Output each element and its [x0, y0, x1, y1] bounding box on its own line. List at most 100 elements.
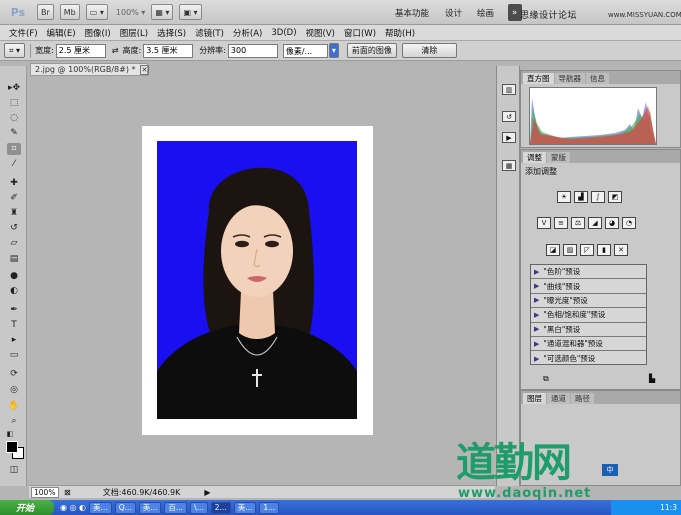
- workspace-painting[interactable]: 绘画: [477, 4, 494, 21]
- color-balance-icon[interactable]: ⚖: [571, 217, 585, 229]
- levels-icon[interactable]: ▟: [574, 191, 588, 203]
- vibrance-icon[interactable]: V: [537, 217, 551, 229]
- preset-levels[interactable]: ▶ "色阶"预设: [531, 265, 646, 280]
- taskbar-item[interactable]: 美...: [89, 501, 112, 514]
- menu-view[interactable]: 视图(V): [306, 27, 335, 39]
- width-input[interactable]: [55, 43, 106, 58]
- height-input[interactable]: [143, 43, 194, 58]
- status-info-icon[interactable]: ⊠: [64, 488, 71, 497]
- start-button[interactable]: 开始: [0, 500, 54, 515]
- close-document-icon[interactable]: ✕: [139, 64, 150, 75]
- return-to-list-icon[interactable]: ⧉: [543, 374, 549, 384]
- preset-exposure[interactable]: ▶ "曝光度"预设: [531, 294, 646, 309]
- status-zoom-field[interactable]: 100%: [31, 486, 59, 498]
- document-size-info[interactable]: 文档:460.9K/460.9K: [103, 487, 181, 498]
- preset-hue-saturation[interactable]: ▶ "色相/饱和度"预设: [531, 308, 646, 323]
- threshold-icon[interactable]: ◸: [580, 244, 594, 256]
- healing-brush-tool-icon[interactable]: ✚: [7, 177, 21, 189]
- eyedropper-tool-icon[interactable]: ⁄: [7, 158, 21, 170]
- menu-filter[interactable]: 滤镜(T): [195, 27, 224, 39]
- preset-channel-mixer[interactable]: ▶ "通道混和器"预设: [531, 337, 646, 352]
- taskbar-item[interactable]: 1...: [259, 501, 280, 514]
- lasso-tool-icon[interactable]: ◌: [7, 112, 21, 124]
- curves-icon[interactable]: ∫: [591, 191, 605, 203]
- menu-select[interactable]: 选择(S): [157, 27, 186, 39]
- posterize-icon[interactable]: ▨: [563, 244, 577, 256]
- crop-tool-icon[interactable]: ⌗: [7, 143, 21, 155]
- selective-color-icon[interactable]: ✕: [614, 244, 628, 256]
- default-colors-icon[interactable]: ◧: [3, 428, 17, 440]
- document-tab[interactable]: 2.jpg @ 100%(RGB/8#) * ✕: [30, 63, 150, 76]
- workspace-essentials[interactable]: 基本功能: [395, 4, 429, 21]
- tab-layers[interactable]: 图层: [523, 393, 546, 404]
- menu-analysis[interactable]: 分析(A): [233, 27, 262, 39]
- screen-mode-button[interactable]: ▣ ▾: [179, 4, 202, 20]
- dodge-tool-icon[interactable]: ◐: [7, 285, 21, 297]
- hand-tool-icon[interactable]: ✋: [7, 400, 21, 412]
- gradient-map-icon[interactable]: ▮: [597, 244, 611, 256]
- gradient-tool-icon[interactable]: ▤: [7, 253, 21, 265]
- path-selection-tool-icon[interactable]: ▸: [7, 334, 21, 346]
- photo-filter-icon[interactable]: ◕: [605, 217, 619, 229]
- quick-launch-icons[interactable]: ◉ ◎ ◐: [60, 503, 86, 512]
- taskbar-item[interactable]: 美...: [233, 501, 257, 514]
- type-tool-icon[interactable]: T: [7, 319, 21, 331]
- tool-preset-picker[interactable]: ⌗ ▾: [4, 43, 26, 58]
- quick-mask-icon[interactable]: ◫: [7, 464, 21, 476]
- foreground-color-swatch[interactable]: [6, 441, 18, 453]
- marquee-tool-icon[interactable]: ⬚: [7, 97, 21, 109]
- 3d-rotate-tool-icon[interactable]: ⟳: [7, 368, 21, 380]
- front-image-button[interactable]: 前面的图像: [346, 43, 397, 58]
- taskbar-item[interactable]: 2...: [210, 501, 231, 514]
- view-extras-button[interactable]: ▭ ▾: [85, 4, 108, 20]
- move-tool-icon[interactable]: ▸✥: [7, 82, 21, 94]
- swatches-dock-icon[interactable]: ▦: [502, 160, 516, 171]
- tab-paths[interactable]: 路径: [571, 393, 594, 404]
- layer-options-icon[interactable]: ▙: [649, 374, 655, 383]
- tab-masks[interactable]: 蒙版: [547, 152, 570, 163]
- arrange-documents-button[interactable]: ▦ ▾: [151, 4, 174, 20]
- bridge-button[interactable]: Br: [37, 4, 54, 20]
- menu-3d[interactable]: 3D(D): [271, 28, 296, 38]
- zoom-level-dropdown[interactable]: 100% ▾: [116, 8, 145, 17]
- zoom-tool-icon[interactable]: ⌕: [7, 415, 21, 427]
- resolution-input[interactable]: [227, 43, 278, 58]
- preset-black-white[interactable]: ▶ "黑白"预设: [531, 323, 646, 337]
- workspace-design[interactable]: 设计: [445, 4, 462, 21]
- taskbar-item[interactable]: 美...: [138, 501, 162, 514]
- actions-dock-icon[interactable]: ▶: [502, 132, 516, 143]
- preset-selective-color[interactable]: ▶ "可选颜色"预设: [531, 351, 646, 365]
- brush-tool-icon[interactable]: ✐: [7, 192, 21, 204]
- history-dock-icon[interactable]: ↺: [502, 111, 516, 122]
- taskbar-item[interactable]: 百...: [164, 501, 188, 514]
- invert-icon[interactable]: ◪: [546, 244, 560, 256]
- pen-tool-icon[interactable]: ✒: [7, 304, 21, 316]
- channel-mixer-icon[interactable]: ◔: [622, 217, 636, 229]
- histogram-dock-icon[interactable]: ▥: [502, 84, 516, 95]
- swap-dimensions-icon[interactable]: ⇄: [112, 46, 119, 55]
- history-brush-tool-icon[interactable]: ↺: [7, 222, 21, 234]
- hue-saturation-icon[interactable]: ≡: [554, 217, 568, 229]
- canvas-area[interactable]: [29, 77, 495, 485]
- blur-tool-icon[interactable]: ●: [7, 270, 21, 282]
- minibridge-button[interactable]: Mb: [59, 4, 80, 20]
- menu-edit[interactable]: 编辑(E): [47, 27, 76, 39]
- tab-adjustments[interactable]: 调整: [523, 152, 546, 163]
- tab-info[interactable]: 信息: [586, 73, 609, 84]
- eraser-tool-icon[interactable]: ▱: [7, 237, 21, 249]
- taskbar-item[interactable]: Q...: [114, 501, 136, 514]
- status-menu-arrow-icon[interactable]: ▶: [204, 488, 210, 497]
- tray-clock[interactable]: 11:3: [660, 503, 677, 512]
- tab-histogram[interactable]: 直方图: [523, 73, 554, 84]
- menu-layer[interactable]: 图层(L): [120, 27, 148, 39]
- clone-stamp-tool-icon[interactable]: ♜: [7, 207, 21, 219]
- shape-tool-icon[interactable]: ▭: [7, 349, 21, 361]
- preset-curves[interactable]: ▶ "曲线"预设: [531, 279, 646, 294]
- quick-selection-tool-icon[interactable]: ✎: [7, 127, 21, 139]
- menu-window[interactable]: 窗口(W): [344, 27, 376, 39]
- unit-dropdown-arrow-icon[interactable]: ▾: [328, 43, 339, 58]
- exposure-icon[interactable]: ◩: [608, 191, 622, 203]
- 3d-orbit-tool-icon[interactable]: ◎: [7, 384, 21, 396]
- tab-channels[interactable]: 通道: [547, 393, 570, 404]
- menu-file[interactable]: 文件(F): [9, 27, 38, 39]
